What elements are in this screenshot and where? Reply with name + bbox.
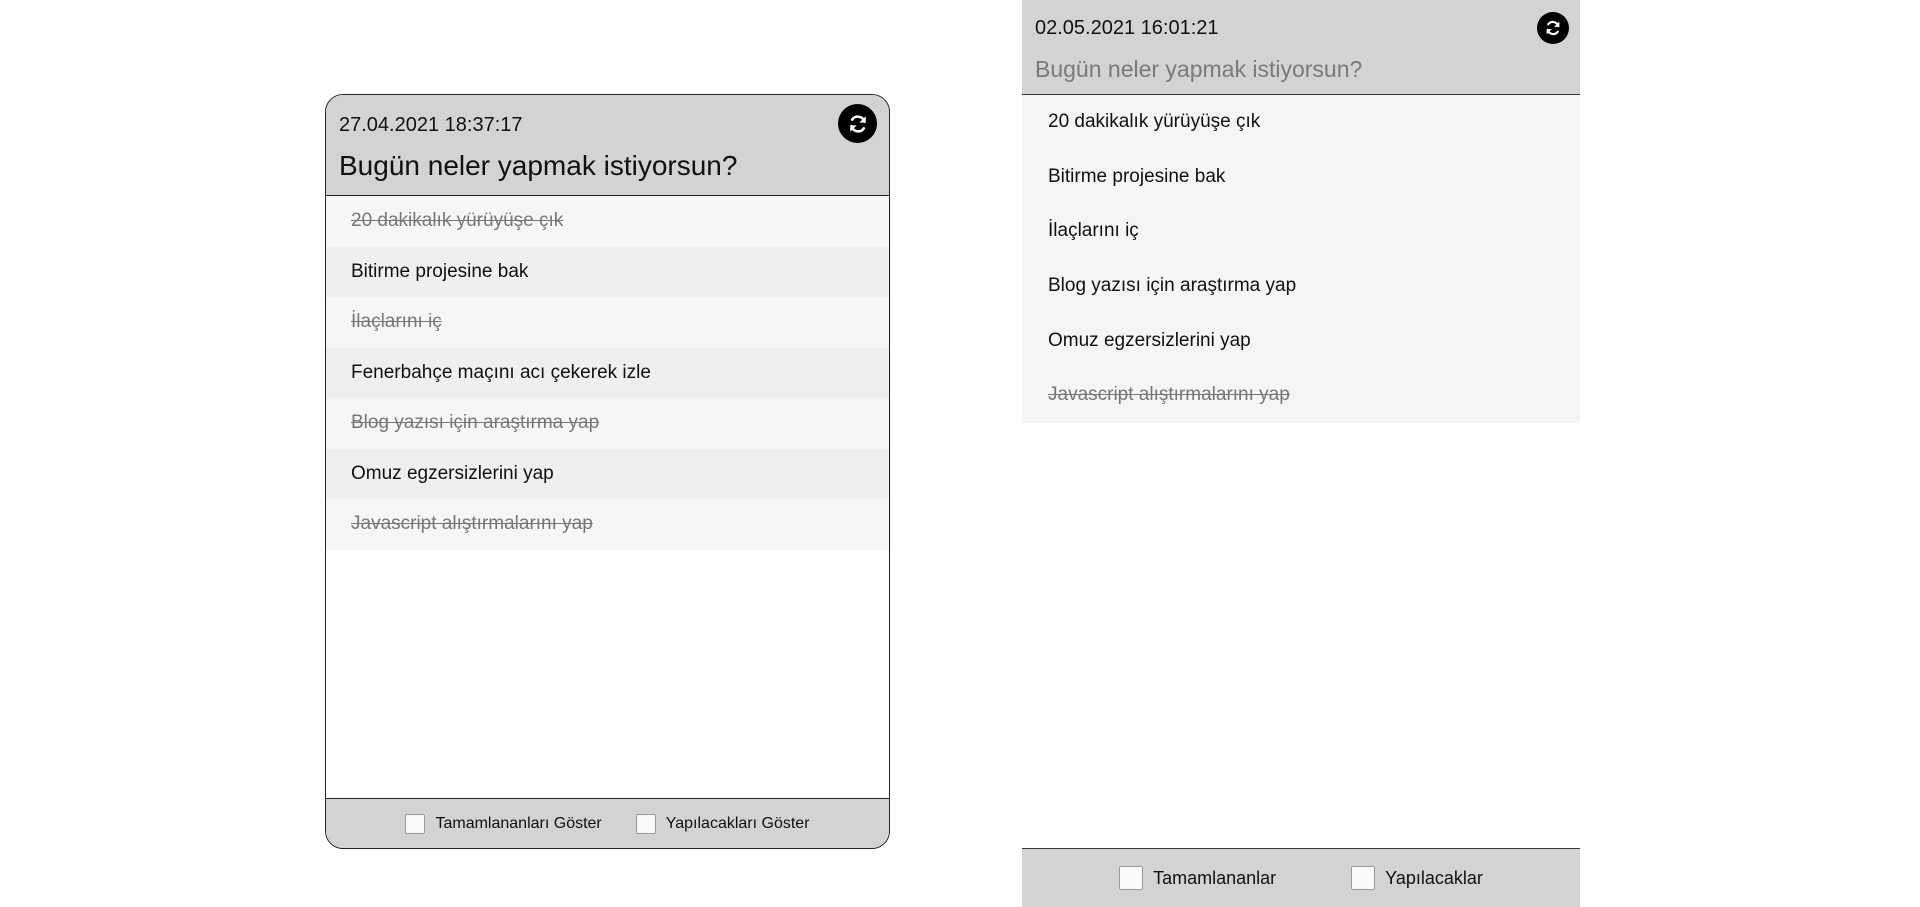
- todo-item[interactable]: Javascript alıştırmalarını yap: [1022, 368, 1580, 423]
- todo-item[interactable]: 20 dakikalık yürüyüşe çık: [1022, 95, 1580, 150]
- completed-label: Tamamlananlar: [1153, 867, 1277, 888]
- todo-item[interactable]: Omuz egzersizlerini yap: [1022, 314, 1580, 369]
- refresh-button[interactable]: [838, 104, 877, 143]
- todo-panel-mobile: 02.05.2021 16:01:21 Bugün neler yapmak i…: [1022, 0, 1580, 907]
- timestamp: 27.04.2021 18:37:17: [339, 114, 523, 136]
- todo-list: 20 dakikalık yürüyüşe çık Bitirme projes…: [1022, 95, 1580, 424]
- todo-item[interactable]: Bitirme projesine bak: [326, 246, 889, 297]
- page-title: Bugün neler yapmak istiyorsun?: [339, 150, 738, 181]
- refresh-icon: [1546, 20, 1560, 36]
- todo-item[interactable]: İlaçlarını iç: [1022, 204, 1580, 259]
- show-completed-filter[interactable]: Tamamlananları Göster: [405, 813, 602, 834]
- todo-filter[interactable]: Yapılacaklar: [1351, 866, 1483, 890]
- panel-header: 02.05.2021 16:01:21 Bugün neler yapmak i…: [1022, 0, 1580, 95]
- todo-checkbox[interactable]: [1351, 866, 1376, 890]
- todo-item[interactable]: Omuz egzersizlerini yap: [326, 448, 889, 499]
- show-completed-label: Tamamlananları Göster: [435, 814, 602, 832]
- todo-input[interactable]: Bugün neler yapmak istiyorsun?: [1035, 56, 1362, 83]
- todo-item[interactable]: Bitirme projesine bak: [1022, 150, 1580, 205]
- show-todo-filter[interactable]: Yapılacakları Göster: [635, 813, 810, 834]
- todo-item[interactable]: İlaçlarını iç: [326, 297, 889, 348]
- todo-label: Yapılacaklar: [1385, 867, 1483, 888]
- todo-list: 20 dakikalık yürüyüşe çık Bitirme projes…: [326, 196, 889, 798]
- timestamp: 02.05.2021 16:01:21: [1035, 17, 1219, 39]
- show-completed-checkbox[interactable]: [405, 813, 426, 834]
- todo-card-desktop: 27.04.2021 18:37:17 Bugün neler yapmak i…: [325, 94, 890, 849]
- todo-item[interactable]: Fenerbahçe maçını acı çekerek izle: [326, 347, 889, 398]
- filter-bar: Tamamlananlar Yapılacaklar: [1022, 848, 1580, 907]
- card-header: 27.04.2021 18:37:17 Bugün neler yapmak i…: [326, 95, 889, 196]
- refresh-button[interactable]: [1537, 12, 1569, 44]
- show-todo-checkbox[interactable]: [635, 813, 656, 834]
- filter-bar: Tamamlananları Göster Yapılacakları Göst…: [326, 798, 889, 848]
- todo-item[interactable]: Blog yazısı için araştırma yap: [326, 398, 889, 449]
- show-todo-label: Yapılacakları Göster: [665, 814, 810, 832]
- todo-item[interactable]: 20 dakikalık yürüyüşe çık: [326, 196, 889, 247]
- todo-item[interactable]: Blog yazısı için araştırma yap: [1022, 259, 1580, 314]
- completed-filter[interactable]: Tamamlananlar: [1119, 866, 1276, 890]
- refresh-icon: [849, 114, 866, 133]
- todo-item[interactable]: Javascript alıştırmalarını yap: [326, 499, 889, 550]
- completed-checkbox[interactable]: [1119, 866, 1144, 890]
